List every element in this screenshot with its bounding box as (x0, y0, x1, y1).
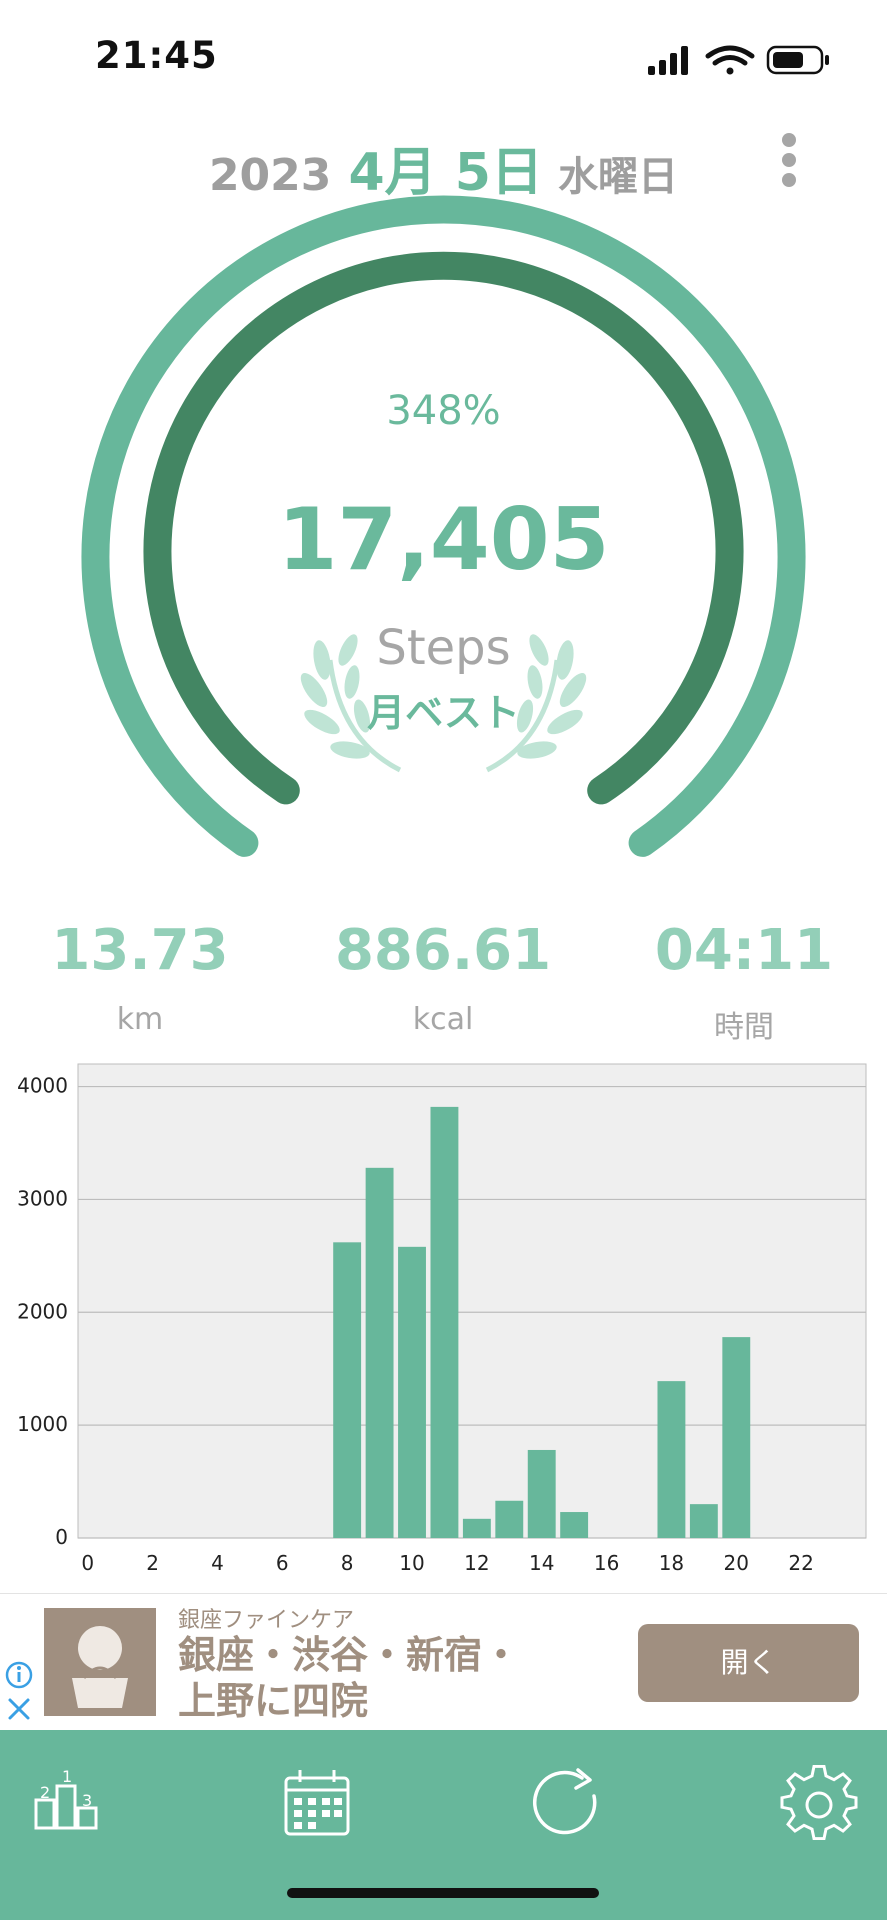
status-time: 21:45 (95, 34, 218, 77)
signal-icon (648, 46, 688, 75)
ad-advertiser: 銀座ファインケア (178, 1608, 355, 1633)
goal-percent: 348% (386, 388, 501, 434)
bar-hour-11 (430, 1106, 459, 1538)
x-tick-label: 10 (399, 1551, 424, 1575)
ad-open-button[interactable]: 開く (638, 1624, 859, 1702)
bar-hour-10 (398, 1246, 426, 1538)
calories-unit: kcal (412, 1002, 474, 1037)
ad-close-icon[interactable] (6, 1696, 32, 1722)
ad-headline-line1: 銀座・渋谷・新宿・ (178, 1633, 521, 1677)
svg-text:2: 2 (40, 1783, 50, 1802)
ad-headline-line2: 上野に四院 (178, 1679, 369, 1723)
y-tick-label: 1000 (17, 1412, 68, 1436)
steps-count: 17,405 (277, 490, 610, 590)
monthly-best-badge: 月ベスト (367, 691, 520, 735)
bar-hour-8 (333, 1242, 362, 1538)
home-indicator (287, 1888, 599, 1898)
y-tick-label: 3000 (17, 1186, 68, 1210)
bar-hour-12 (462, 1518, 491, 1538)
ad-info-icon[interactable] (4, 1660, 34, 1690)
x-tick-label: 6 (276, 1551, 289, 1575)
hourly-steps-chart: 0 1000 2000 3000 4000 0 2 4 6 8 10 12 14 16 18 20 22 (17, 1063, 867, 1575)
bar-hour-9 (365, 1167, 394, 1538)
settings-icon[interactable] (774, 1760, 864, 1850)
x-tick-label: 2 (146, 1551, 159, 1575)
x-tick-label: 4 (211, 1551, 224, 1575)
y-tick-label: 0 (55, 1525, 68, 1549)
duration-unit: 時間 (714, 1010, 774, 1045)
x-tick-label: 20 (724, 1551, 749, 1575)
x-tick-label: 14 (529, 1551, 554, 1575)
svg-text:1: 1 (62, 1767, 72, 1786)
x-tick-label: 12 (464, 1551, 489, 1575)
battery-icon (766, 45, 829, 75)
refresh-icon[interactable] (524, 1760, 614, 1850)
x-tick-label: 8 (341, 1551, 354, 1575)
x-tick-label: 0 (81, 1551, 94, 1575)
calendar-icon[interactable] (272, 1760, 362, 1850)
ranking-icon[interactable]: 2 1 3 (22, 1760, 112, 1850)
bar-hour-18 (657, 1381, 686, 1538)
ad-banner[interactable]: 銀座ファインケア 銀座・渋谷・新宿・ 上野に四院 開く (0, 1593, 887, 1731)
svg-text:3: 3 (82, 1791, 92, 1810)
bar-hour-20 (722, 1337, 751, 1538)
bar-hour-19 (689, 1504, 718, 1538)
bar-hour-13 (495, 1500, 524, 1538)
y-tick-label: 2000 (17, 1299, 68, 1323)
x-tick-label: 18 (659, 1551, 684, 1575)
ad-headline: 銀座・渋谷・新宿・ 上野に四院 (178, 1632, 598, 1724)
lion-crest-icon (72, 1626, 128, 1708)
bar-hour-15 (560, 1512, 589, 1538)
x-tick-label: 22 (788, 1551, 813, 1575)
y-tick-label: 4000 (17, 1074, 68, 1098)
distance-value: 13.73 (51, 918, 229, 983)
status-icons (648, 45, 829, 75)
calories-value: 886.61 (334, 918, 552, 983)
wifi-icon (705, 45, 755, 75)
distance-unit: km (116, 1002, 164, 1037)
duration-value: 04:11 (654, 918, 834, 983)
ad-logo-image (44, 1608, 156, 1716)
bar-hour-14 (527, 1449, 556, 1538)
x-tick-label: 16 (594, 1551, 619, 1575)
